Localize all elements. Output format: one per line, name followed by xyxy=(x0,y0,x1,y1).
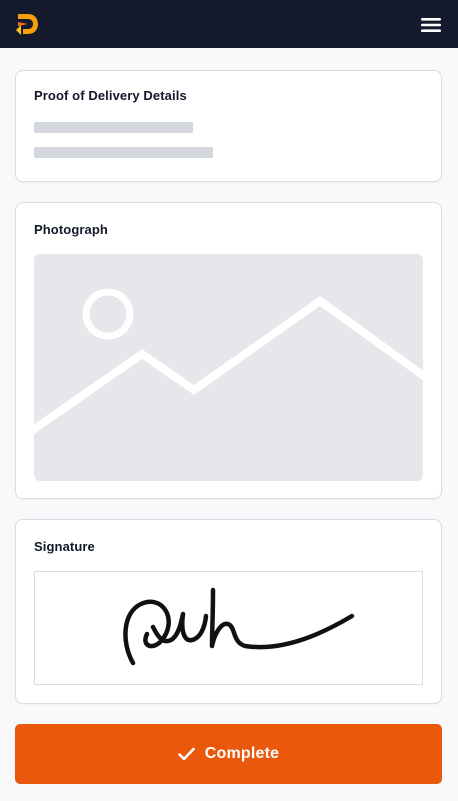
hamburger-menu-icon[interactable] xyxy=(418,12,444,38)
top-app-bar xyxy=(0,0,458,48)
delivery-details-title: Proof of Delivery Details xyxy=(34,88,187,103)
photo-placeholder[interactable] xyxy=(34,254,423,481)
photograph-title: Photograph xyxy=(34,222,108,237)
image-placeholder-icon xyxy=(34,288,423,435)
delivery-details-card: Proof of Delivery Details xyxy=(15,70,442,182)
signature-pad[interactable] xyxy=(34,571,423,685)
photograph-card: Photograph xyxy=(15,202,442,499)
complete-button[interactable]: Complete xyxy=(15,724,442,784)
loading-skeleton-line xyxy=(34,122,193,133)
complete-button-label: Complete xyxy=(204,745,280,762)
signature-title: Signature xyxy=(34,539,95,554)
signature-card: Signature xyxy=(15,519,442,704)
check-icon xyxy=(177,747,195,761)
loading-skeleton-line xyxy=(34,147,213,158)
signature-drawing xyxy=(123,587,355,666)
brand-logo-icon[interactable] xyxy=(14,11,40,37)
